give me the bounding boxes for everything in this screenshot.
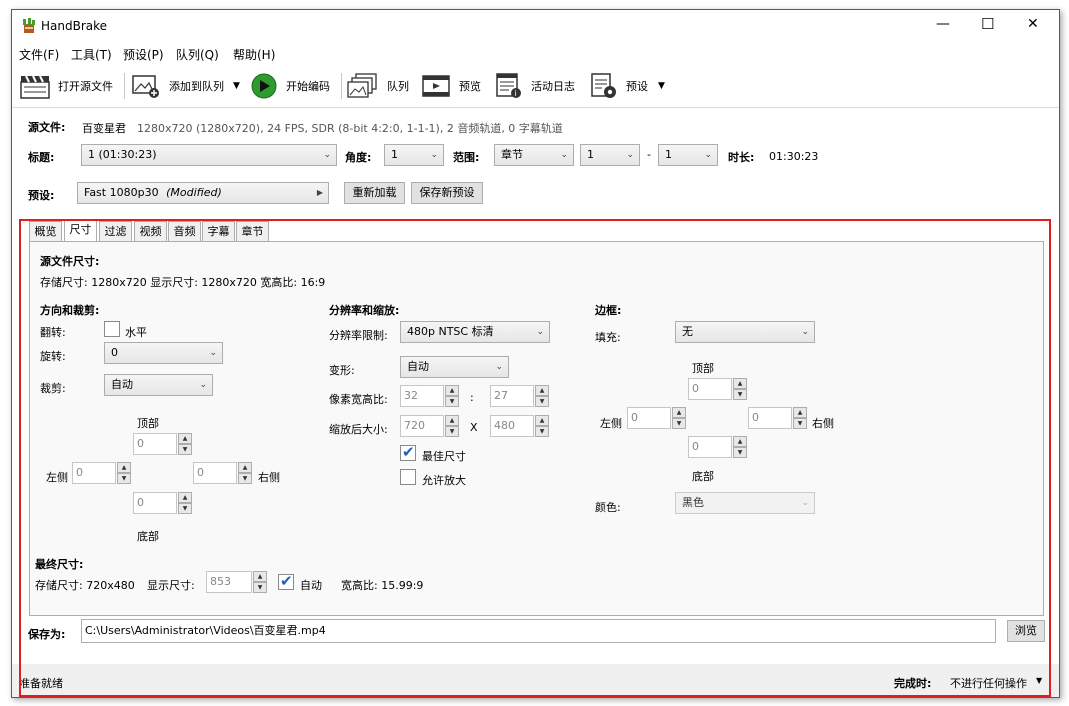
dropdown-arrow-icon[interactable]: ▼ <box>658 81 665 91</box>
add-image-icon <box>132 75 159 98</box>
range-start-value: 1 <box>587 148 594 161</box>
range-end-value: 1 <box>665 148 672 161</box>
source-label: 源文件: <box>28 121 66 134</box>
range-type-value: 章节 <box>501 148 523 161</box>
activity-log-label: 活动日志 <box>531 80 575 93</box>
activity-log-button[interactable]: i 活动日志 <box>495 71 575 101</box>
range-start-select[interactable]: 1 ⌄ <box>580 144 640 166</box>
duration-value: 01:30:23 <box>769 150 819 163</box>
open-source-label: 打开源文件 <box>58 80 113 93</box>
preset-selector[interactable]: Fast 1080p30 (Modified) ▶ <box>77 182 329 204</box>
play-icon <box>251 73 277 99</box>
activity-log-icon: i <box>496 73 521 98</box>
window-title: HandBrake <box>41 19 108 33</box>
queue-label: 队列 <box>387 80 409 93</box>
presets-label: 预设 <box>626 80 648 93</box>
menu-presets[interactable]: 预设(P) <box>123 46 164 63</box>
handbrake-logo-icon <box>23 18 35 33</box>
title-value: 1 (01:30:23) <box>88 148 157 161</box>
app-window: HandBrake — ☐ ✕ 文件(F) 工具(T) 预设(P) 队列(Q) … <box>11 9 1060 698</box>
save-new-preset-button[interactable]: 保存新预设 <box>411 182 483 204</box>
menu-tools[interactable]: 工具(T) <box>71 46 112 63</box>
add-to-queue-label: 添加到队列 <box>169 80 224 93</box>
range-dash: - <box>647 148 651 161</box>
preview-button[interactable]: 预览 <box>422 71 481 101</box>
queue-button[interactable]: 队列 <box>347 71 409 101</box>
source-name: 百变星君 <box>82 122 126 135</box>
reload-button[interactable]: 重新加载 <box>344 182 405 204</box>
preset-value: Fast 1080p30 <box>84 186 159 199</box>
title-label: 标题: <box>28 151 55 164</box>
presets-button[interactable]: 预设 ▼ <box>590 71 665 101</box>
svg-text:i: i <box>515 89 517 98</box>
duration-label: 时长: <box>728 151 755 164</box>
toolbar: 打开源文件 添加到队列 ▼ 开始编码 队列 预览 i 活动日志 预设 ▼ <box>12 65 1059 108</box>
maximize-button[interactable]: ☐ <box>981 15 994 33</box>
chevron-down-icon: ⌄ <box>560 150 568 160</box>
highlight-frame <box>19 219 1051 697</box>
menu-file[interactable]: 文件(F) <box>19 46 59 63</box>
queue-stack-icon <box>347 73 377 98</box>
range-end-select[interactable]: 1 ⌄ <box>658 144 718 166</box>
toolbar-separator <box>341 73 342 99</box>
source-info: 1280x720 (1280x720), 24 FPS, SDR (8-bit … <box>137 122 563 135</box>
film-clapper-icon <box>20 75 50 99</box>
start-encode-label: 开始编码 <box>286 80 330 93</box>
preset-label: 预设: <box>28 189 55 202</box>
range-type-select[interactable]: 章节 ⌄ <box>494 144 574 166</box>
preset-modified: (Modified) <box>166 186 222 199</box>
angle-label: 角度: <box>345 151 372 164</box>
minimize-button[interactable]: — <box>936 16 950 32</box>
chevron-down-icon: ⌄ <box>626 150 634 160</box>
menu-bar: 文件(F) 工具(T) 预设(P) 队列(Q) 帮助(H) <box>12 43 1059 65</box>
preview-label: 预览 <box>459 80 481 93</box>
chevron-down-icon: ⌄ <box>323 150 331 160</box>
menu-help[interactable]: 帮助(H) <box>233 46 275 63</box>
open-source-button[interactable]: 打开源文件 <box>20 71 113 101</box>
range-label: 范围: <box>453 151 480 164</box>
title-bar: HandBrake — ☐ ✕ <box>12 10 1059 43</box>
chevron-down-icon: ⌄ <box>430 150 438 160</box>
start-encode-button[interactable]: 开始编码 <box>250 71 330 101</box>
title-select[interactable]: 1 (01:30:23) ⌄ <box>81 144 337 166</box>
chevron-down-icon: ⌄ <box>704 150 712 160</box>
angle-select[interactable]: 1 ⌄ <box>384 144 444 166</box>
presets-gear-icon <box>591 73 616 98</box>
add-to-queue-button[interactable]: 添加到队列 ▼ <box>131 71 240 101</box>
preview-film-icon <box>422 75 450 97</box>
angle-value: 1 <box>391 148 398 161</box>
toolbar-separator <box>124 73 125 99</box>
dropdown-arrow-icon[interactable]: ▼ <box>233 81 240 91</box>
chevron-right-icon: ▶ <box>316 188 323 197</box>
close-button[interactable]: ✕ <box>1027 16 1039 32</box>
menu-queue[interactable]: 队列(Q) <box>176 46 219 63</box>
